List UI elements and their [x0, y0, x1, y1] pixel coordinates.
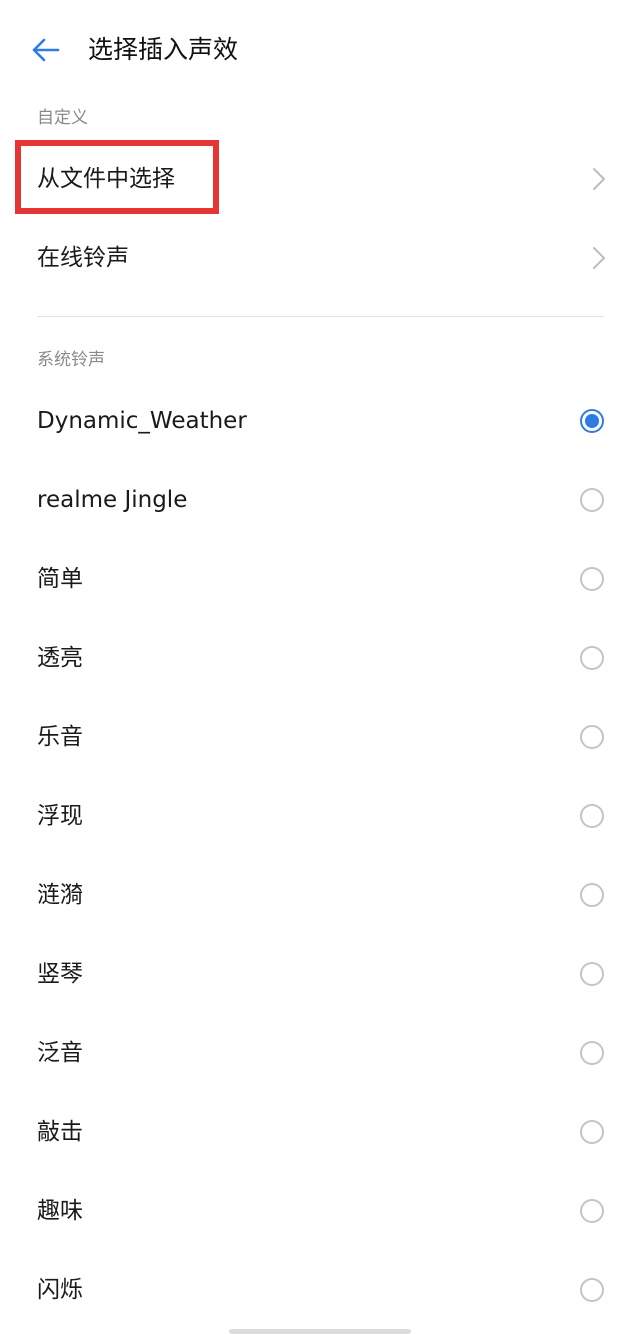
ringtone-label: 透亮	[37, 644, 83, 671]
radio-selected-icon[interactable]	[580, 408, 604, 433]
home-indicator[interactable]	[229, 1329, 411, 1334]
ringtone-label: 泛音	[37, 1039, 83, 1066]
ringtone-item[interactable]: Dynamic_Weather	[0, 381, 640, 460]
ringtone-item[interactable]: 简单	[0, 539, 640, 618]
chevron-right-icon	[592, 246, 606, 270]
ringtone-label: 涟漪	[37, 881, 83, 908]
online-ringtone-item[interactable]: 在线铃声	[0, 218, 640, 297]
ringtone-label: 敲击	[37, 1118, 83, 1145]
online-ringtone-label: 在线铃声	[37, 244, 129, 271]
radio-unselected-icon[interactable]	[580, 1277, 604, 1302]
radio-unselected-icon[interactable]	[580, 566, 604, 591]
radio-unselected-icon[interactable]	[580, 1040, 604, 1065]
ringtone-item[interactable]: 涟漪	[0, 855, 640, 934]
section-label-system: 系统铃声	[37, 350, 105, 370]
radio-unselected-icon[interactable]	[580, 645, 604, 670]
ringtone-label: 浮现	[37, 802, 83, 829]
choose-from-file-item[interactable]: 从文件中选择	[0, 139, 640, 218]
ringtone-label: 趣味	[37, 1197, 83, 1224]
radio-unselected-icon[interactable]	[580, 1198, 604, 1223]
ringtone-item[interactable]: 泛音	[0, 1013, 640, 1092]
ringtone-label: 闪烁	[37, 1276, 83, 1303]
ringtone-item[interactable]: 敲击	[0, 1092, 640, 1171]
radio-unselected-icon[interactable]	[580, 882, 604, 907]
page-title: 选择插入声效	[88, 35, 239, 64]
radio-unselected-icon[interactable]	[580, 487, 604, 512]
app-header: 选择插入声效	[0, 0, 640, 98]
section-label-custom: 自定义	[37, 108, 88, 128]
ringtone-label: 乐音	[37, 723, 83, 750]
back-button[interactable]	[26, 28, 70, 72]
radio-unselected-icon[interactable]	[580, 1119, 604, 1144]
radio-unselected-icon[interactable]	[580, 961, 604, 986]
section-divider	[37, 316, 604, 317]
ringtone-label: realme Jingle	[37, 486, 188, 513]
ringtone-item[interactable]: 透亮	[0, 618, 640, 697]
ringtone-item[interactable]: 趣味	[0, 1171, 640, 1250]
ringtone-label: 简单	[37, 565, 83, 592]
ringtone-item[interactable]: 浮现	[0, 776, 640, 855]
ringtone-item[interactable]: 闪烁	[0, 1250, 640, 1329]
chevron-right-icon	[592, 167, 606, 191]
radio-unselected-icon[interactable]	[580, 724, 604, 749]
radio-unselected-icon[interactable]	[580, 803, 604, 828]
ringtone-label: 竖琴	[37, 960, 83, 987]
ringtone-item[interactable]: realme Jingle	[0, 460, 640, 539]
arrow-left-icon	[26, 28, 70, 72]
ringtone-item[interactable]: 乐音	[0, 697, 640, 776]
choose-from-file-label: 从文件中选择	[37, 165, 175, 192]
ringtone-item[interactable]: 竖琴	[0, 934, 640, 1013]
ringtone-label: Dynamic_Weather	[37, 407, 247, 434]
